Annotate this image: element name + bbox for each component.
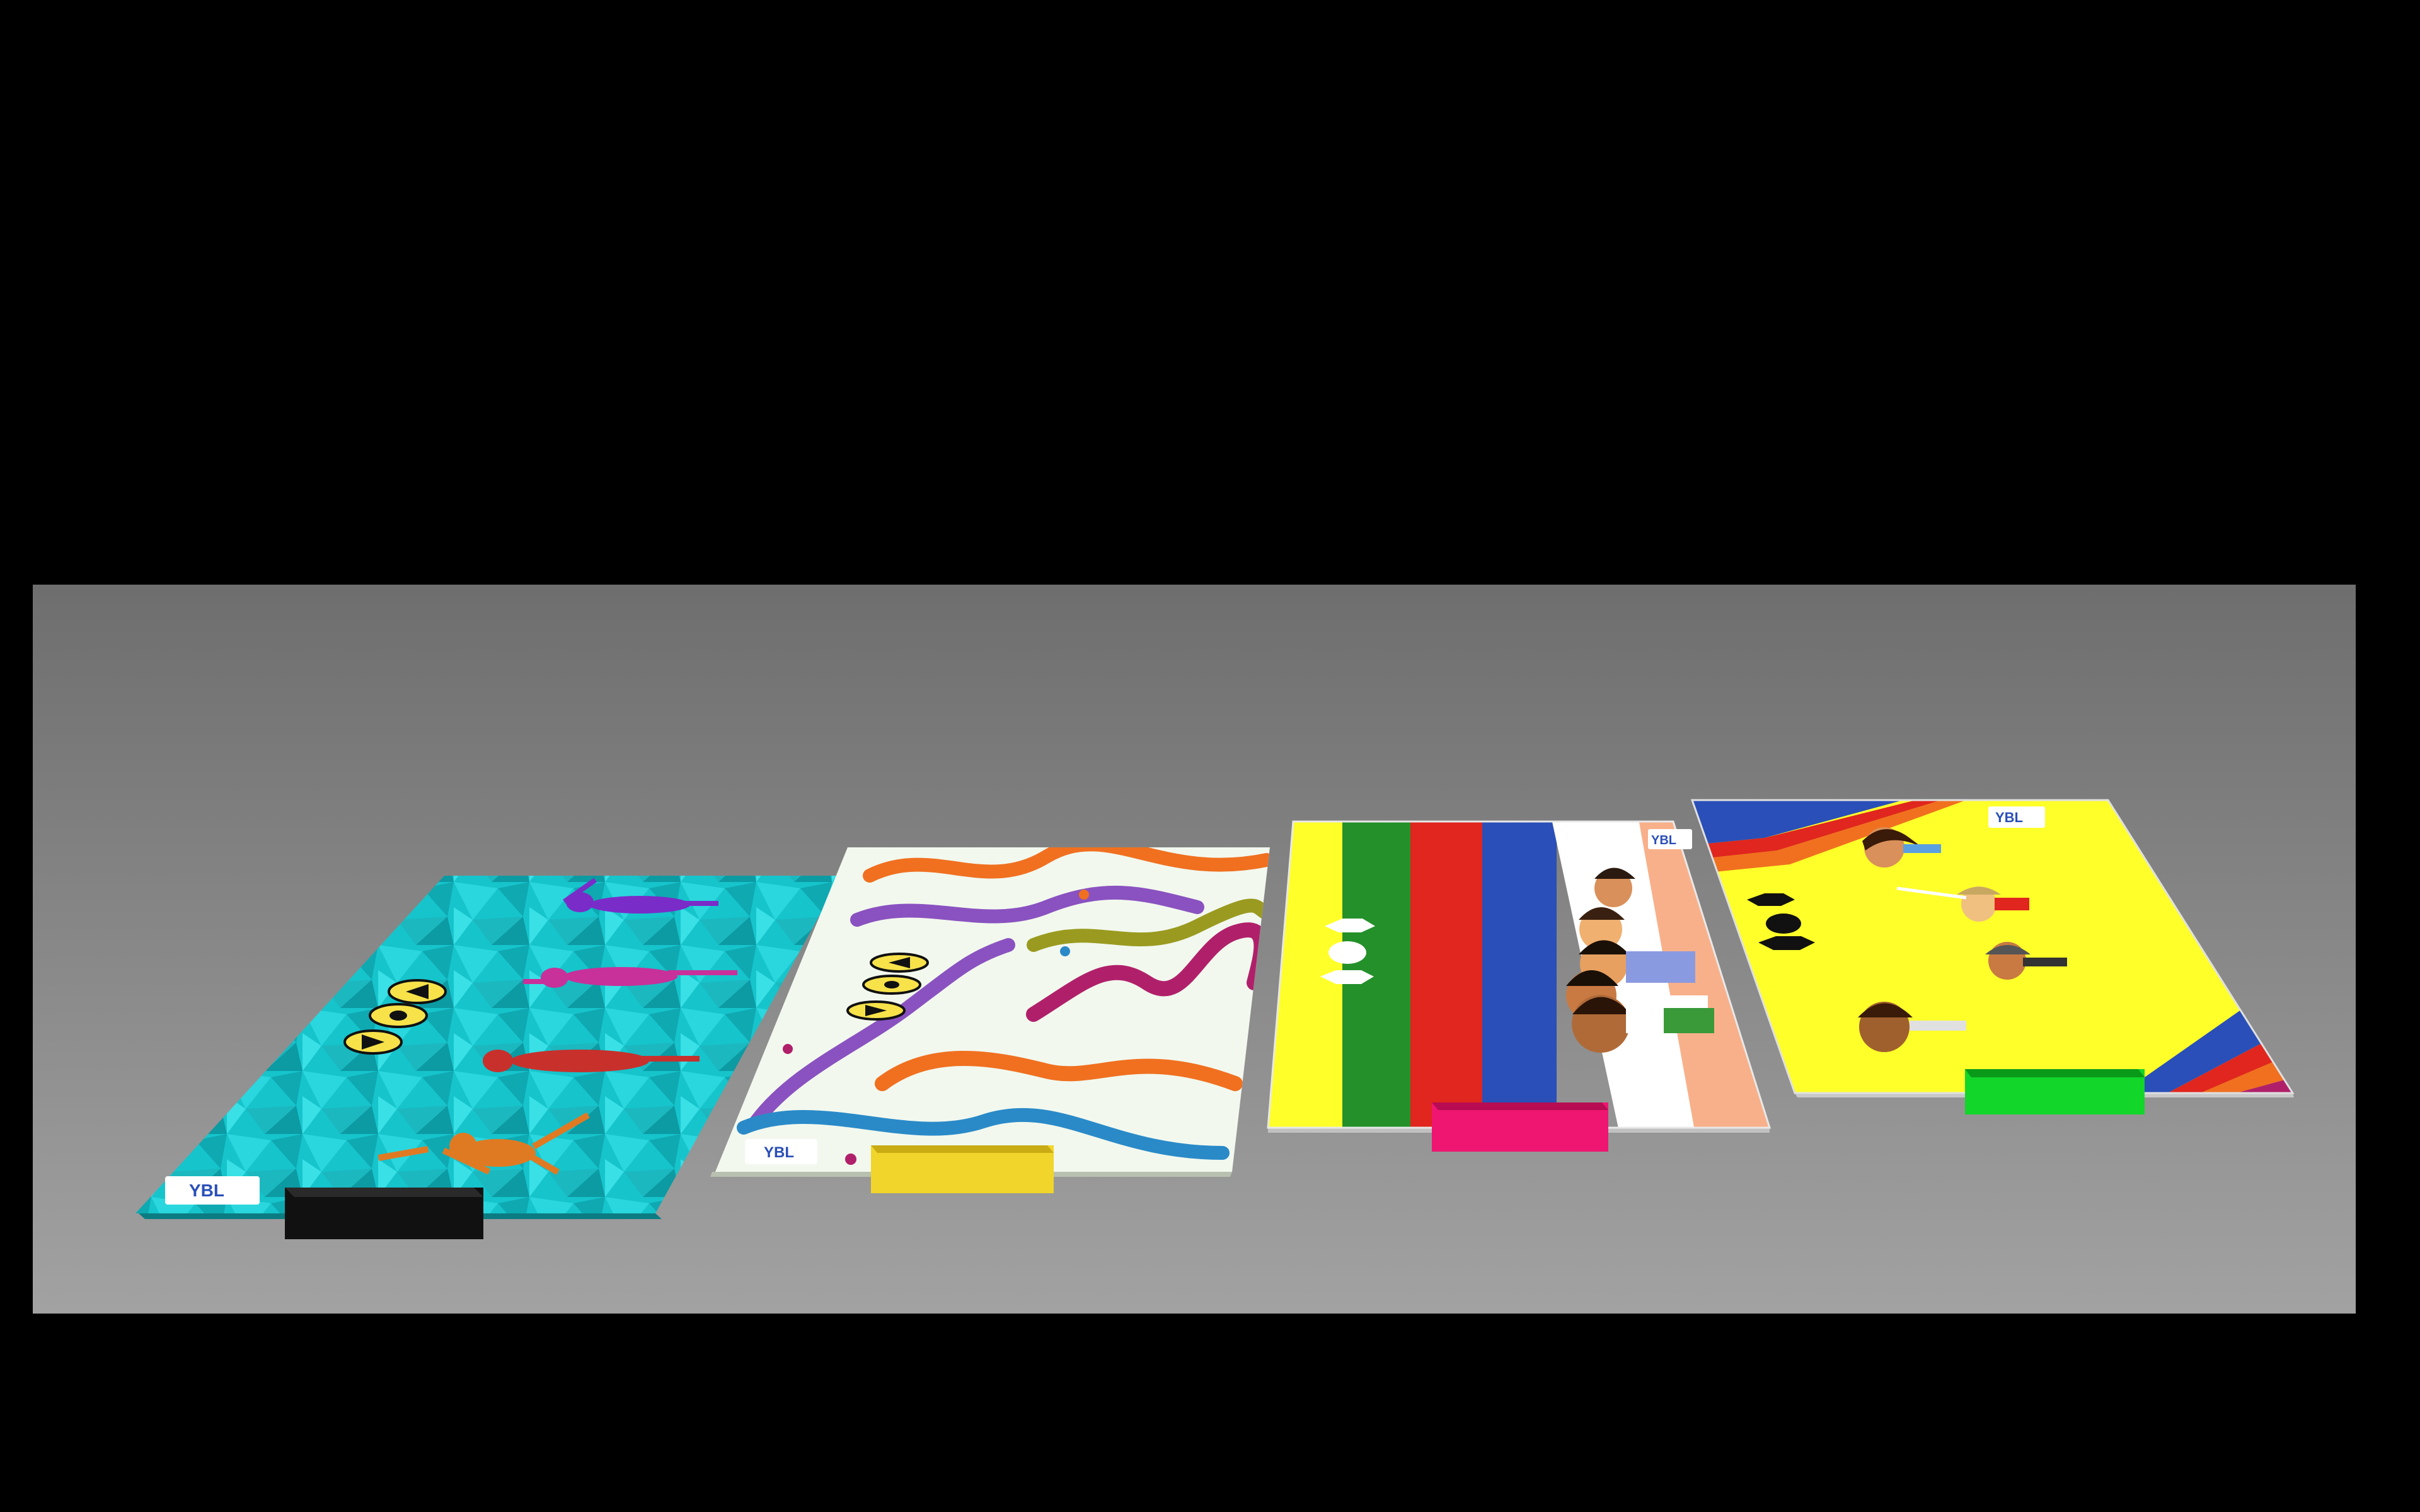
svg-text:YBL: YBL <box>764 1144 794 1161</box>
svg-text:YBL: YBL <box>1651 833 1676 847</box>
dot-icon <box>862 975 921 995</box>
render-scene: YBL YBL YBL YBL <box>0 0 2420 1512</box>
arrow-left-icon <box>388 979 447 1004</box>
svg-text:YBL: YBL <box>1995 810 2023 825</box>
brand-logo: YBL <box>1648 829 1692 849</box>
brand-logo: YBL <box>165 1176 260 1205</box>
stripe-blue <box>1482 822 1557 1128</box>
brand-logo: YBL <box>1988 806 2045 828</box>
mat-handle-pink <box>1432 1102 1608 1152</box>
dot-icon <box>1766 914 1801 934</box>
mat-handle-black <box>285 1188 483 1239</box>
dot-icon <box>1328 941 1366 964</box>
arrow-right-icon <box>343 1029 403 1055</box>
stripe-red <box>1410 822 1485 1128</box>
arrow-right-icon <box>846 1000 906 1021</box>
dot-icon <box>369 1003 428 1028</box>
svg-text:YBL: YBL <box>189 1181 224 1200</box>
mat-handle-green <box>1965 1069 2145 1114</box>
brand-logo: YBL <box>745 1139 817 1164</box>
mat-handle-yellow <box>871 1145 1054 1193</box>
arrow-left-icon <box>870 953 929 973</box>
